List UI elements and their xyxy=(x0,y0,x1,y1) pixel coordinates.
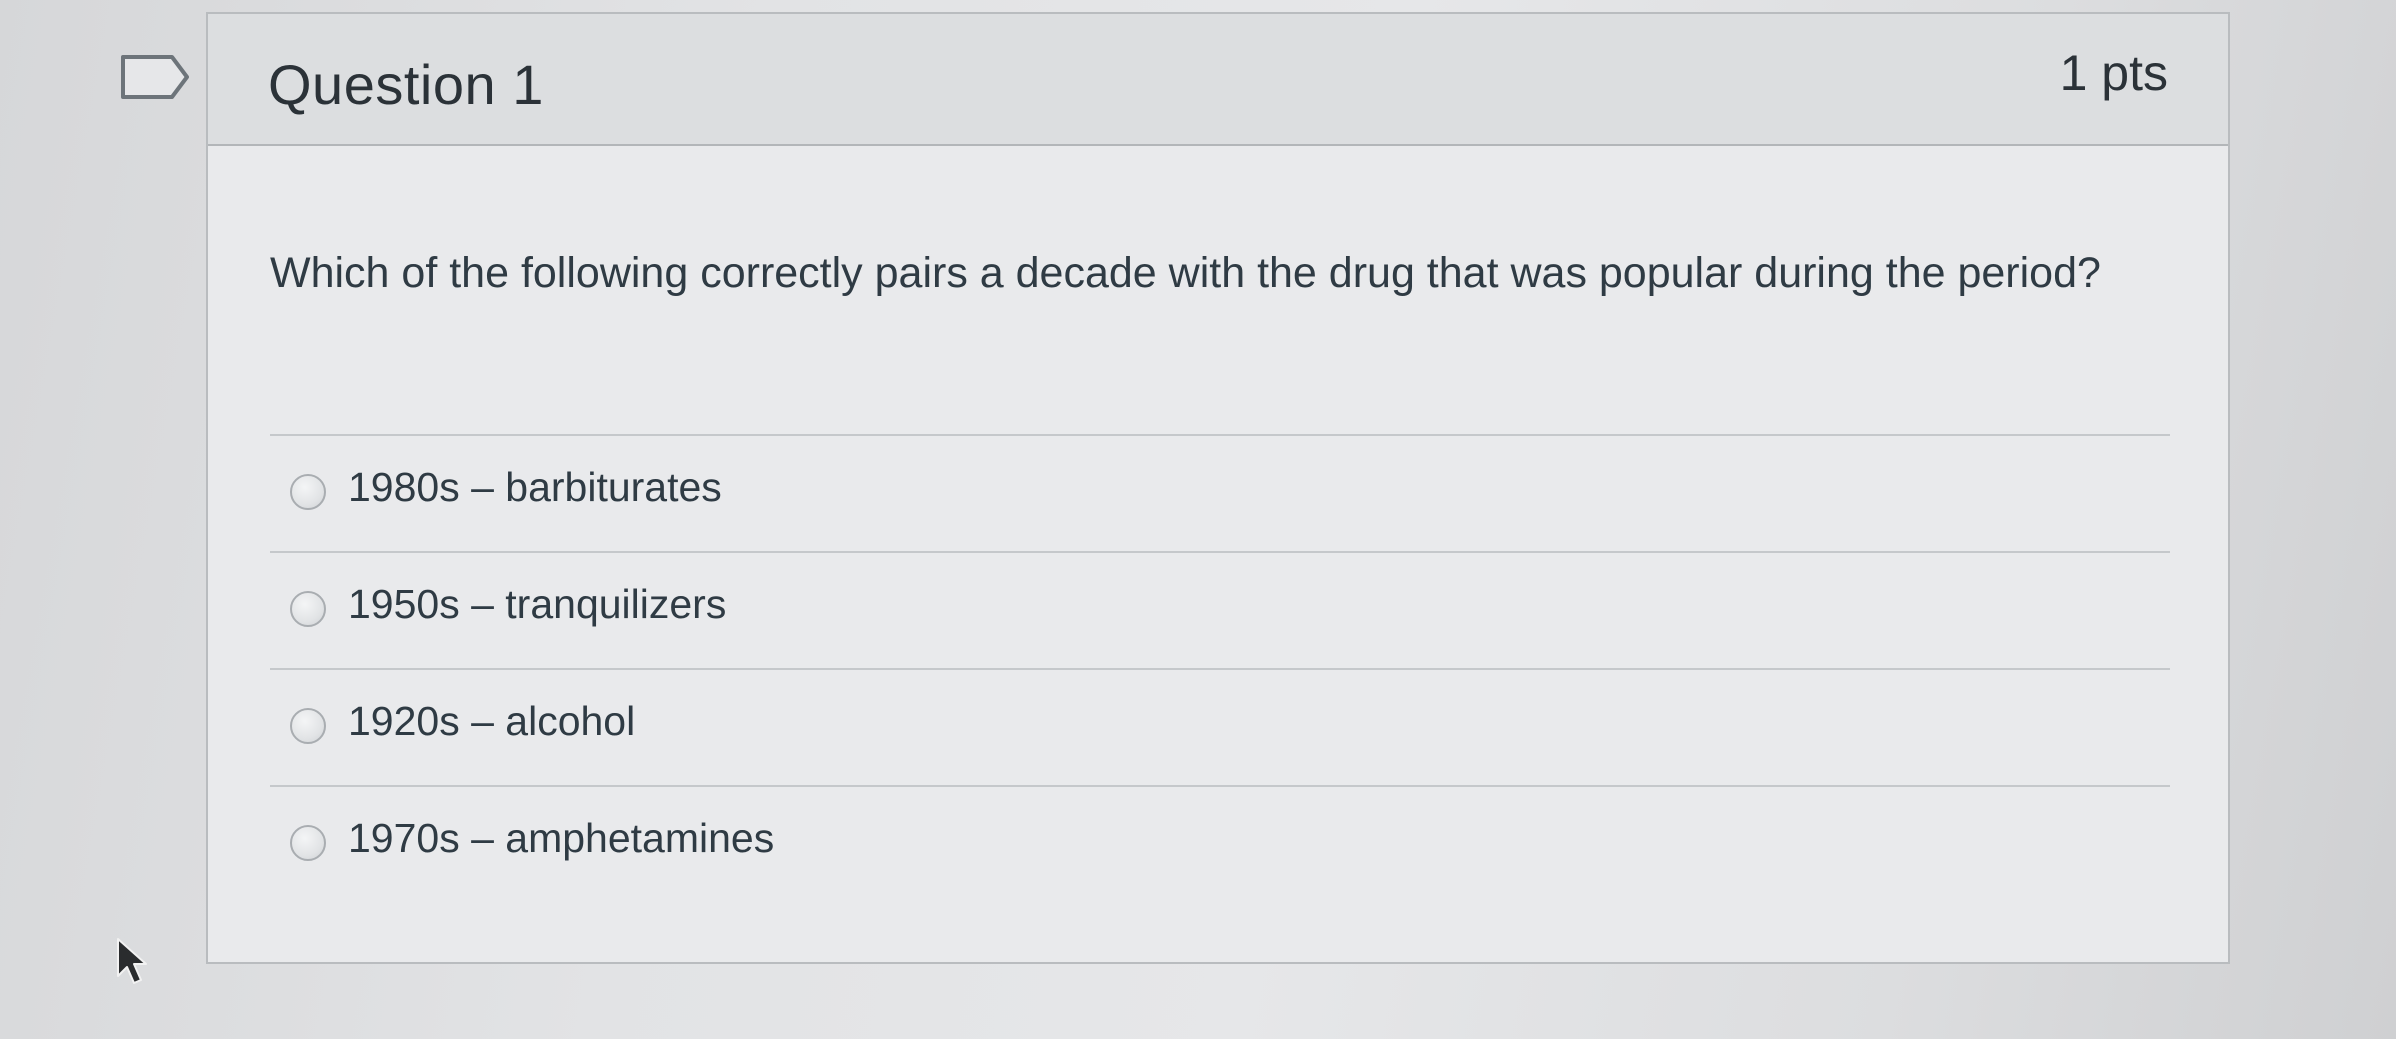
answer-option-2[interactable]: 1950s – tranquilizers xyxy=(270,551,2170,668)
answer-option-4[interactable]: 1970s – amphetamines xyxy=(270,785,2170,902)
answer-label[interactable]: 1920s – alcohol xyxy=(348,698,635,745)
question-title: Question 1 xyxy=(268,53,544,116)
question-points: 1 pts xyxy=(2059,45,2168,101)
answer-option-1[interactable]: 1980s – barbiturates xyxy=(270,434,2170,551)
answer-label[interactable]: 1980s – barbiturates xyxy=(348,464,722,511)
answer-label[interactable]: 1950s – tranquilizers xyxy=(348,581,726,628)
question-header: Question 1 1 pts xyxy=(208,14,2228,146)
question-card: Question 1 1 pts Which of the following … xyxy=(206,12,2230,964)
radio-button[interactable] xyxy=(290,591,326,627)
question-prompt: Which of the following correctly pairs a… xyxy=(270,249,2101,297)
radio-button[interactable] xyxy=(290,708,326,744)
answer-label[interactable]: 1970s – amphetamines xyxy=(348,815,774,862)
flag-question-icon[interactable] xyxy=(120,54,190,100)
answer-list: 1980s – barbiturates 1950s – tranquilize… xyxy=(270,434,2170,902)
answer-option-3[interactable]: 1920s – alcohol xyxy=(270,668,2170,785)
radio-button[interactable] xyxy=(290,474,326,510)
mouse-pointer-icon xyxy=(117,938,147,984)
radio-button[interactable] xyxy=(290,825,326,861)
